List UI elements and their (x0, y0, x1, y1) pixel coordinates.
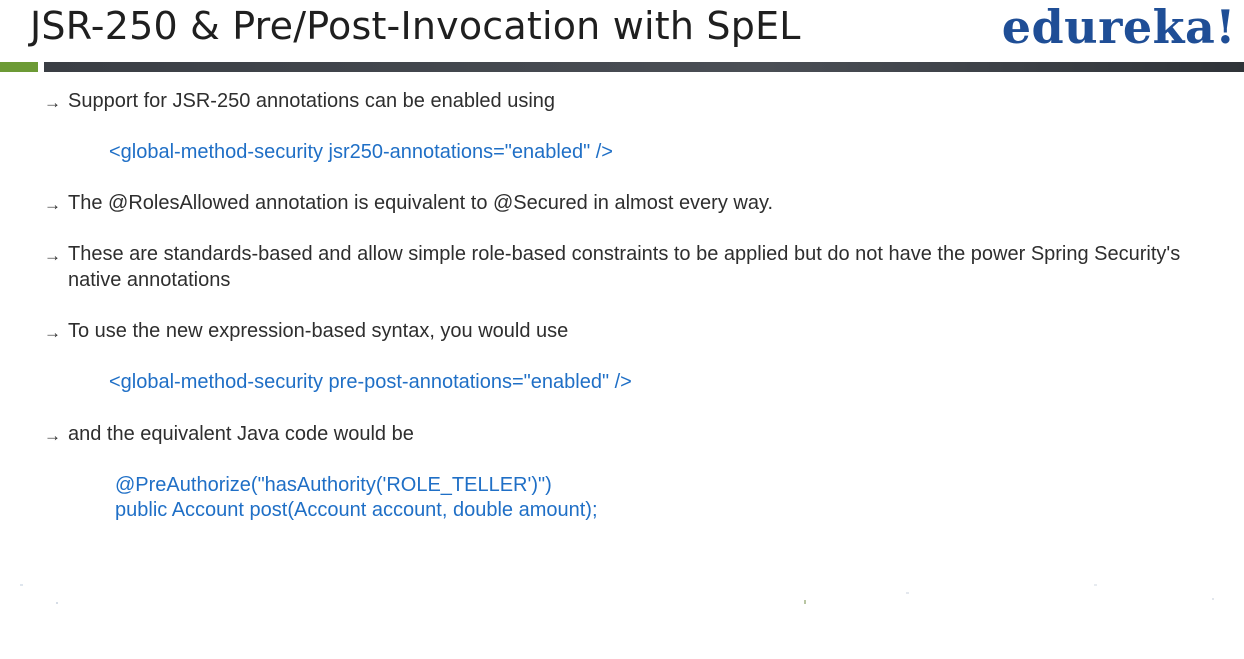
bullet-item: → To use the new expression-based syntax… (44, 318, 568, 346)
arrow-icon: → (44, 195, 61, 214)
bullet-item: → The @RolesAllowed annotation is equiva… (44, 190, 773, 218)
bullet-item: → These are standards-based and allow si… (44, 241, 1188, 293)
bullet-text: and the equivalent Java code would be (68, 423, 414, 445)
header-rule (44, 62, 1244, 72)
edureka-logo: edureka! (1001, 0, 1236, 54)
slide-title: JSR-250 & Pre/Post-Invocation with SpEL (30, 4, 801, 48)
arrow-icon: → (44, 93, 61, 112)
code-line: @PreAuthorize("hasAuthority('ROLE_TELLER… (115, 474, 552, 496)
bullet-text: Support for JSR-250 annotations can be e… (68, 90, 556, 112)
bullet-item: → Support for JSR-250 annotations can be… (44, 88, 555, 116)
code-line: <global-method-security pre-post-annotat… (109, 371, 632, 393)
arrow-icon: → (44, 426, 61, 445)
accent-rule-green (0, 62, 38, 72)
faint-footer-artifacts (20, 584, 1214, 604)
bullet-text: To use the new expression-based syntax, … (68, 320, 569, 342)
arrow-icon: → (44, 246, 61, 265)
arrow-icon: → (44, 323, 61, 342)
code-line: public Account post(Account account, dou… (115, 499, 598, 521)
code-line: <global-method-security jsr250-annotatio… (109, 141, 613, 163)
bullet-text: These are standards-based and allow simp… (68, 243, 1181, 291)
bullet-item: → and the equivalent Java code would be (44, 421, 414, 449)
bullet-text: The @RolesAllowed annotation is equivale… (68, 192, 774, 214)
